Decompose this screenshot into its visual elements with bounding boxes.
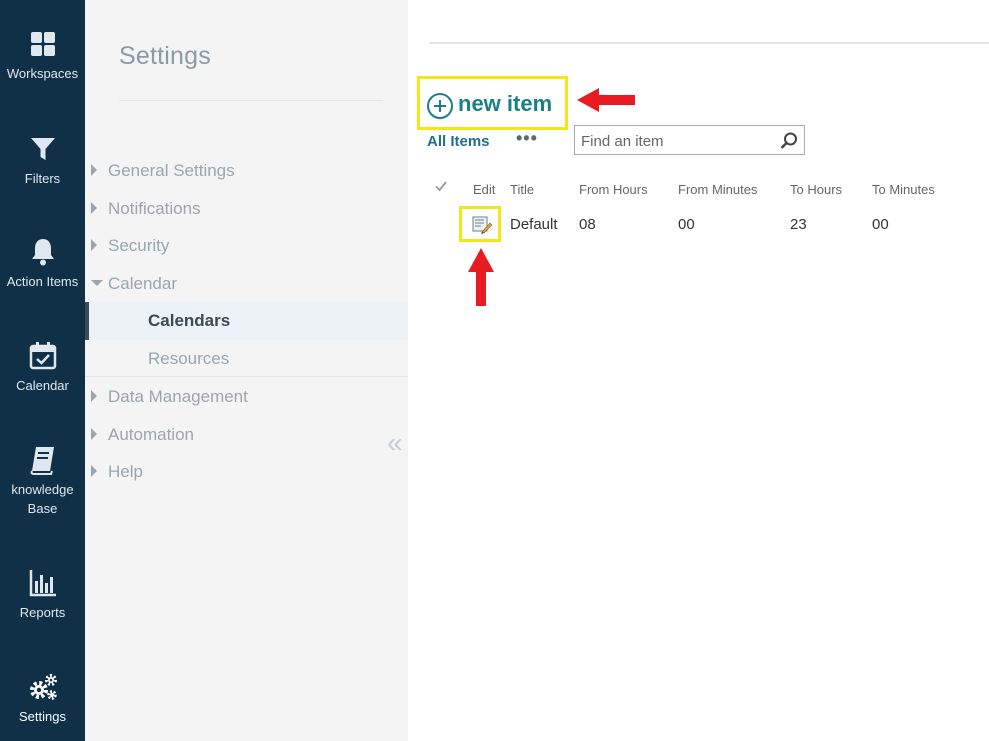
column-header-title[interactable]: Title xyxy=(510,182,534,197)
rail-item-settings[interactable]: Settings xyxy=(0,671,85,726)
nav-item-help[interactable]: Help xyxy=(85,453,408,491)
rail-label: Reports xyxy=(19,605,66,620)
cell-to-hours: 23 xyxy=(790,216,807,233)
rail-label-line2: Base xyxy=(27,501,58,516)
rail-label: Workspaces xyxy=(6,66,79,81)
nav-item-automation[interactable]: Automation xyxy=(85,416,408,454)
nav-item-notifications[interactable]: Notifications xyxy=(85,190,408,228)
nav-item-general-settings[interactable]: General Settings xyxy=(85,152,408,190)
collapse-panel-icon[interactable]: « xyxy=(387,427,402,459)
column-header-from-hours[interactable]: From Hours xyxy=(579,182,648,197)
rail-item-reports[interactable]: Reports xyxy=(0,567,85,622)
nav-item-label: Security xyxy=(108,236,170,255)
search-icon[interactable] xyxy=(779,131,799,151)
caret-right-icon xyxy=(91,465,97,477)
select-all-check-icon[interactable] xyxy=(434,179,448,193)
edit-pencil-icon xyxy=(472,216,492,234)
nav-item-data-management[interactable]: Data Management xyxy=(85,378,408,416)
more-options-icon[interactable]: ••• xyxy=(516,128,538,149)
cell-from-minutes: 00 xyxy=(678,216,695,233)
caret-right-icon xyxy=(91,390,97,402)
caret-right-icon xyxy=(91,428,97,440)
nav-item-label: General Settings xyxy=(108,161,235,180)
sub-item-resources[interactable]: Resources xyxy=(85,340,408,378)
gears-icon xyxy=(27,671,59,703)
caret-right-icon xyxy=(91,202,97,214)
panel-title: Settings xyxy=(119,42,211,70)
divider xyxy=(119,100,383,101)
view-all-items[interactable]: All Items xyxy=(427,133,490,150)
nav-item-calendar[interactable]: Calendar xyxy=(85,265,408,303)
search-input[interactable] xyxy=(581,131,776,151)
nav-item-label: Automation xyxy=(108,425,194,444)
app-rail: Workspaces Filters Action Items Calendar… xyxy=(0,0,85,741)
rail-item-knowledge-base[interactable]: knowledge Base xyxy=(0,444,85,518)
rail-item-filters[interactable]: Filters xyxy=(0,133,85,188)
nav-item-label: Data Management xyxy=(108,387,248,406)
cell-title[interactable]: Default xyxy=(510,216,558,233)
cell-from-hours: 08 xyxy=(579,216,596,233)
column-header-to-minutes[interactable]: To Minutes xyxy=(872,182,935,197)
rail-label-line1: knowledge xyxy=(11,482,74,497)
column-header-edit: Edit xyxy=(473,182,496,197)
caret-right-icon xyxy=(91,239,97,251)
search-box xyxy=(574,125,805,155)
sub-item-label: Resources xyxy=(148,349,230,368)
nav-item-label: Notifications xyxy=(108,199,201,218)
grid-icon xyxy=(27,28,59,60)
calendar-check-icon xyxy=(27,340,59,372)
book-icon xyxy=(27,444,59,476)
rail-item-calendar[interactable]: Calendar xyxy=(0,340,85,395)
settings-panel: Settings General Settings Notifications … xyxy=(85,0,408,741)
column-header-to-hours[interactable]: To Hours xyxy=(790,182,842,197)
edit-item-button[interactable] xyxy=(459,206,501,242)
annotation-arrow-left-icon xyxy=(577,88,635,112)
annotation-arrow-up-icon xyxy=(468,248,494,306)
new-item-label: new item xyxy=(458,91,553,116)
sub-item-calendars[interactable]: Calendars xyxy=(85,302,408,340)
column-header-from-minutes[interactable]: From Minutes xyxy=(678,182,757,197)
rail-item-action-items[interactable]: Action Items xyxy=(0,236,85,291)
nav-item-label: Calendar xyxy=(108,274,177,293)
nav-item-security[interactable]: Security xyxy=(85,227,408,265)
new-item-button[interactable]: new item xyxy=(417,76,568,130)
plus-circle-icon xyxy=(427,93,453,119)
cell-to-minutes: 00 xyxy=(872,216,889,233)
rail-label: Settings xyxy=(19,709,66,724)
bell-icon xyxy=(27,236,59,268)
caret-down-icon xyxy=(91,280,103,286)
bar-chart-icon xyxy=(27,567,59,599)
sub-item-label: Calendars xyxy=(148,311,231,330)
rail-label: Calendar xyxy=(16,378,69,393)
divider xyxy=(85,376,408,377)
divider xyxy=(429,42,989,44)
caret-right-icon xyxy=(91,164,97,176)
nav-item-label: Help xyxy=(108,462,143,481)
rail-item-workspaces[interactable]: Workspaces xyxy=(0,28,85,83)
rail-label: Action Items xyxy=(6,274,79,289)
rail-label: Filters xyxy=(24,171,61,186)
filter-icon xyxy=(27,133,59,165)
